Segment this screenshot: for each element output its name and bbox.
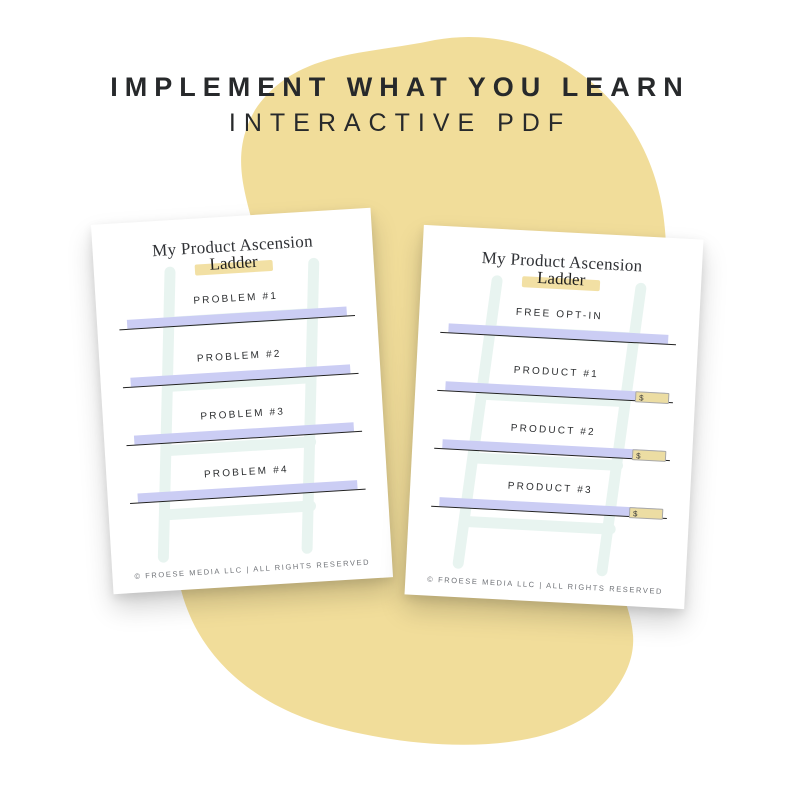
page-subtitle: Ladder (537, 268, 586, 289)
row-label: FREE OPT-IN (441, 297, 678, 326)
row-label: PROBLEM #1 (117, 280, 354, 311)
page-footer: © FROESE MEDIA LLC | ALL RIGHTS RESERVED (112, 556, 392, 582)
headline: IMPLEMENT WHAT YOU LEARN INTERACTIVE PDF (0, 72, 800, 138)
input-field[interactable] (129, 480, 365, 508)
page-footer: © FROESE MEDIA LLC | ALL RIGHTS RESERVED (405, 573, 685, 597)
input-field[interactable] (122, 364, 358, 392)
input-field[interactable] (126, 422, 362, 450)
worksheet-page-problems: My Product Ascension Ladder PROBLEM #1 P… (91, 208, 393, 594)
input-field[interactable] (440, 323, 676, 349)
price-field[interactable]: $ (629, 507, 664, 520)
worksheet-row: PRODUCT #3 $ (430, 471, 669, 541)
input-field[interactable]: $ (431, 497, 667, 523)
page-subtitle: Ladder (209, 252, 258, 274)
price-field[interactable]: $ (632, 449, 667, 462)
input-field[interactable]: $ (434, 439, 670, 465)
price-field[interactable]: $ (635, 391, 670, 404)
input-field[interactable] (119, 306, 355, 334)
headline-line2: INTERACTIVE PDF (0, 109, 800, 138)
input-field[interactable]: $ (437, 381, 673, 407)
headline-line1: IMPLEMENT WHAT YOU LEARN (0, 72, 800, 103)
worksheet-page-products: My Product Ascension Ladder FREE OPT-IN … (405, 225, 704, 609)
